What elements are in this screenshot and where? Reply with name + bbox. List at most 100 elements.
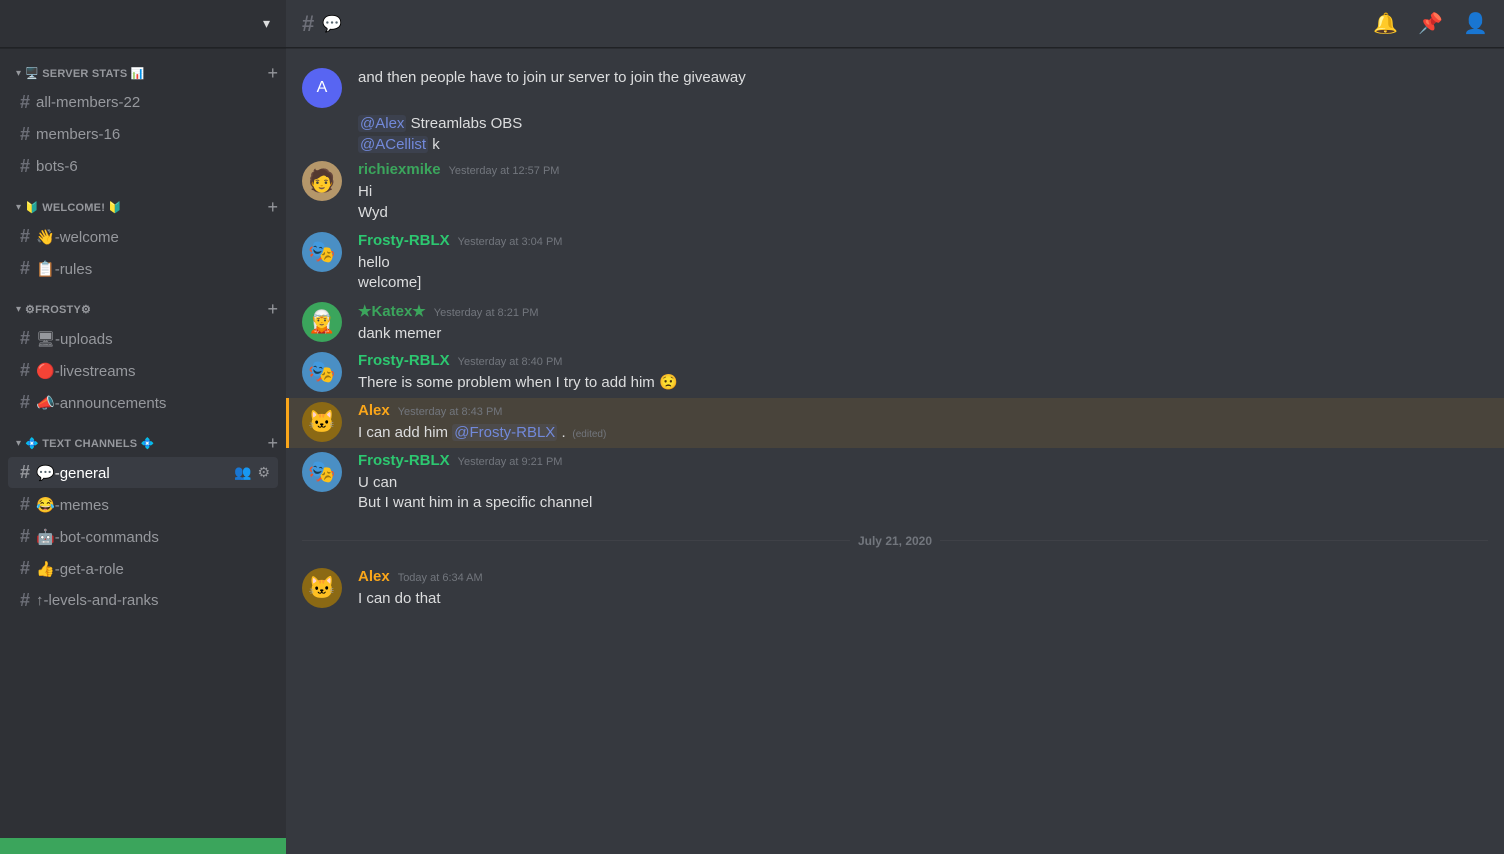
channel-name: ↑-levels-and-ranks xyxy=(36,592,270,609)
message-author[interactable]: ★Katex★ xyxy=(358,302,426,320)
category-header-frosty[interactable]: ▾ ⚙FROSTY⚙ + xyxy=(0,300,286,322)
channel-hash-icon: # xyxy=(20,462,30,483)
channel-name: 👋-welcome xyxy=(36,228,270,246)
channel-item-general[interactable]: # 💬-general 👥 ⚙ xyxy=(8,457,278,488)
avatar[interactable]: 🎭 xyxy=(302,232,342,272)
message-text: dank memer xyxy=(358,324,1488,345)
add-channel-button[interactable]: + xyxy=(267,64,278,82)
message-group: 🧝 ★Katex★ Yesterday at 8:21 PM dank memer xyxy=(286,298,1504,349)
add-member-icon[interactable]: 👥 xyxy=(234,464,251,481)
settings-icon[interactable]: ⚙ xyxy=(257,464,270,481)
message-text: Wyd xyxy=(358,203,1488,224)
message-group: 🎭Frosty-RBLXYesterday at 3:04 PMhellowel… xyxy=(286,228,1504,298)
channel-name: 🖥-uploads xyxy=(36,330,270,348)
chevron-icon: ▾ xyxy=(16,438,21,449)
channel-hash-icon: # xyxy=(20,92,30,113)
channel-item-bot-commands[interactable]: #🤖-bot-commands xyxy=(8,521,278,552)
avatar[interactable]: 🎭 xyxy=(302,352,342,392)
category-frosty: ▾ ⚙FROSTY⚙ + # 🖥-uploads # 🔴-livestreams # 📣-ann… xyxy=(0,300,286,418)
channel-hash-icon: # xyxy=(20,526,30,547)
category-header-welcome[interactable]: ▾🔰 WELCOME! 🔰+ xyxy=(0,198,286,220)
channel-hash-icon: # xyxy=(20,590,30,611)
channels-list: ▾🖥️ SERVER STATS 📊+#all-members-22#membe… xyxy=(0,48,286,838)
channel-hash-icon: # xyxy=(20,392,30,413)
channel-hash-icon: # xyxy=(20,226,30,247)
message-group: 🧑richiexmikeYesterday at 12:57 PMHiWyd xyxy=(286,157,1504,227)
message-author[interactable]: Frosty-RBLX xyxy=(358,232,450,249)
category-header-text-channels[interactable]: ▾ 💠 TEXT CHANNELS 💠 + xyxy=(0,434,286,456)
category-header-server-stats[interactable]: ▾🖥️ SERVER STATS 📊+ xyxy=(0,64,286,86)
category-server-stats: ▾🖥️ SERVER STATS 📊+#all-members-22#membe… xyxy=(0,64,286,182)
add-channel-button[interactable]: + xyxy=(267,434,278,452)
channel-name: 😂-memes xyxy=(36,496,270,514)
message-author[interactable]: Frosty-RBLX xyxy=(358,352,450,369)
channel-hash-icon: # xyxy=(20,328,30,349)
add-channel-button[interactable]: + xyxy=(267,198,278,216)
channel-name: 👍-get-a-role xyxy=(36,560,270,578)
avatar[interactable]: 🎭 xyxy=(302,452,342,492)
channel-item-livestreams[interactable]: # 🔴-livestreams xyxy=(8,355,278,386)
message-timestamp: Today at 6:34 AM xyxy=(398,572,483,584)
channel-hash-icon: # xyxy=(302,11,314,37)
avatar[interactable]: 🧑 xyxy=(302,161,342,201)
mention[interactable]: @Alex xyxy=(358,115,406,132)
avatar[interactable]: 🐱 xyxy=(302,568,342,608)
channel-item-uploads[interactable]: # 🖥-uploads xyxy=(8,323,278,354)
avatar[interactable]: 🐱 xyxy=(302,402,342,442)
channel-hash-icon: # xyxy=(20,558,30,579)
channel-item-members[interactable]: # members-16 xyxy=(8,119,278,150)
message-author[interactable]: Alex xyxy=(358,568,390,585)
notifications-icon[interactable]: 🔔 xyxy=(1373,11,1398,36)
message-group: Aand then people have to join ur server … xyxy=(286,64,1504,112)
message-timestamp: Yesterday at 8:21 PM xyxy=(434,307,539,319)
members-icon[interactable]: 👤 xyxy=(1463,11,1488,36)
avatar[interactable]: 🧝 xyxy=(302,302,342,342)
message-text: @Alex Streamlabs OBS@ACellist k xyxy=(358,114,1488,155)
channel-name: members-16 xyxy=(36,126,270,143)
main-content: # 💬 🔔 📌 👤 Aand then people have to join … xyxy=(286,0,1504,854)
channel-item-get-a-role[interactable]: # 👍-get-a-role xyxy=(8,553,278,584)
channel-item-rules[interactable]: #📋-rules xyxy=(8,253,278,284)
message-text: I can do that xyxy=(358,589,1488,610)
channel-name: 📣-announcements xyxy=(36,394,270,412)
channel-name: 💬-general xyxy=(36,464,228,482)
unread-bar[interactable] xyxy=(0,838,286,854)
chevron-down-icon: ▾ xyxy=(263,15,270,32)
date-divider: July 21, 2020 xyxy=(286,518,1504,564)
message-text: and then people have to join ur server t… xyxy=(358,68,1488,89)
channel-hash-icon: # xyxy=(20,156,30,177)
channel-item-welcome-ch[interactable]: # 👋-welcome xyxy=(8,221,278,252)
channel-hash-icon: # xyxy=(20,124,30,145)
channel-item-bots[interactable]: #bots-6 xyxy=(8,151,278,182)
message-continuation: @Alex Streamlabs OBS@ACellist k xyxy=(286,112,1504,157)
category-welcome: ▾🔰 WELCOME! 🔰+ # 👋-welcome #📋-rules xyxy=(0,198,286,284)
mention[interactable]: @ACellist xyxy=(358,136,428,153)
avatar[interactable]: A xyxy=(302,68,342,108)
message-group: 🎭Frosty-RBLXYesterday at 8:40 PMThere is… xyxy=(286,348,1504,398)
category-name: 💠 TEXT CHANNELS 💠 xyxy=(25,437,155,450)
chevron-icon: ▾ xyxy=(16,202,21,213)
message-text: Hi xyxy=(358,182,1488,203)
message-group: 🐱AlexYesterday at 8:43 PMI can add him @… xyxy=(286,398,1504,448)
message-author[interactable]: Alex xyxy=(358,402,390,419)
sidebar: ▾ ▾🖥️ SERVER STATS 📊+#all-members-22#mem… xyxy=(0,0,286,854)
message-author[interactable]: Frosty-RBLX xyxy=(358,452,450,469)
message-author[interactable]: richiexmike xyxy=(358,161,441,178)
channel-header: # 💬 🔔 📌 👤 xyxy=(286,0,1504,48)
date-divider-text: July 21, 2020 xyxy=(858,534,932,548)
channel-hash-icon: # xyxy=(20,360,30,381)
channel-name: 🔴-livestreams xyxy=(36,362,270,380)
message-text: welcome] xyxy=(358,273,1488,294)
edited-tag: (edited) xyxy=(570,429,607,440)
mention[interactable]: @Frosty-RBLX xyxy=(452,424,557,441)
message-text: But I want him in a specific channel xyxy=(358,493,1488,514)
chevron-icon: ▾ xyxy=(16,304,21,315)
channel-item-announcements[interactable]: # 📣-announcements xyxy=(8,387,278,418)
add-channel-button[interactable]: + xyxy=(267,300,278,318)
server-header[interactable]: ▾ xyxy=(0,0,286,48)
channel-item-memes[interactable]: #😂-memes xyxy=(8,489,278,520)
channel-item-levels-and-ranks[interactable]: # ↑-levels-and-ranks xyxy=(8,585,278,616)
channel-item-all-members[interactable]: #all-members-22 xyxy=(8,87,278,118)
category-name: ⚙FROSTY⚙ xyxy=(25,303,91,316)
pin-icon[interactable]: 📌 xyxy=(1418,11,1443,36)
